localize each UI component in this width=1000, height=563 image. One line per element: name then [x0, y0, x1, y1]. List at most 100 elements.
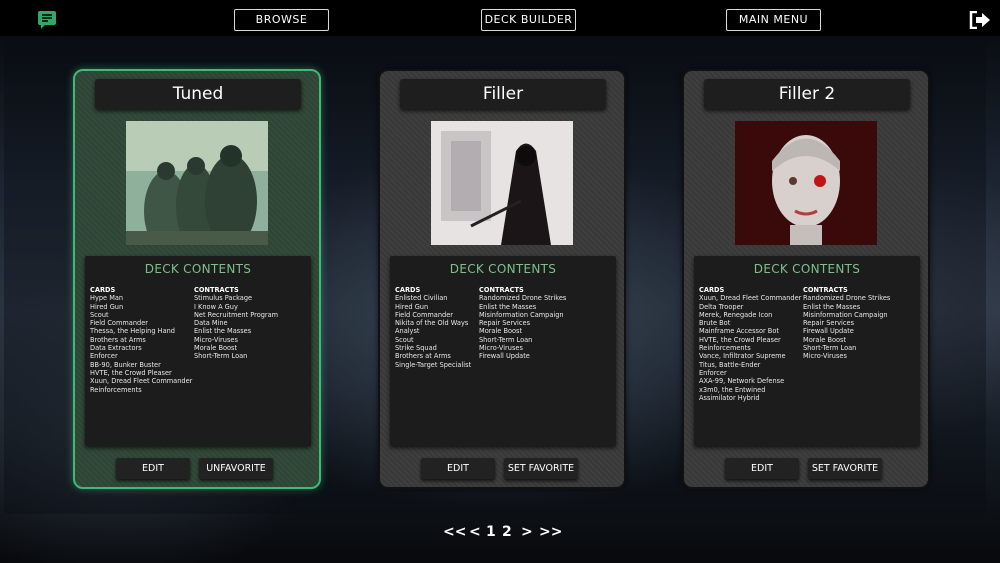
main-menu-button[interactable]: MAIN MENU — [726, 9, 821, 31]
contracts-header: CONTRACTS — [803, 286, 848, 294]
deck-contents-title: DECK CONTENTS — [753, 262, 861, 276]
last-page-button[interactable]: >> — [539, 524, 562, 540]
deck-contents-title: DECK CONTENTS — [144, 262, 252, 276]
card-entry: Hired Gun — [90, 302, 124, 311]
contract-entry: Data Mine — [194, 319, 228, 328]
edit-deck-button[interactable]: EDIT — [421, 458, 495, 479]
cards-list: CARDS Hype Man Hired Gun Scout Field Com… — [90, 286, 192, 394]
card-entry: Vance, Infiltrator Supreme — [699, 352, 786, 361]
set-favorite-button[interactable]: SET FAVORITE — [808, 458, 882, 479]
contract-entry: Short-Term Loan — [479, 335, 533, 344]
prev-page-button[interactable]: < — [469, 524, 481, 540]
edit-deck-button[interactable]: EDIT — [725, 458, 799, 479]
contract-entry: Short-Term Loan — [803, 344, 857, 353]
contract-entry: Micro-Viruses — [803, 352, 847, 361]
contract-entry: Randomized Drone Strikes — [479, 294, 567, 303]
chat-bubble-icon[interactable] — [38, 11, 56, 29]
card-entry: Xuun, Dread Fleet Commander — [699, 294, 802, 303]
page-1-button[interactable]: 1 — [486, 524, 496, 540]
page-2-button[interactable]: 2 — [502, 524, 512, 540]
card-entry: x3m0, the Entwined — [699, 385, 766, 394]
card-entry: Hired Gun — [395, 302, 429, 311]
card-entry: Scout — [90, 310, 109, 319]
deck-art-image[interactable] — [735, 121, 877, 245]
contract-entry: I Know A Guy — [194, 302, 238, 311]
card-entry: Field Commander — [395, 310, 453, 319]
contract-entry: Morale Boost — [803, 335, 847, 344]
contracts-list: CONTRACTS Randomized Drone Strikes Enlis… — [803, 286, 890, 361]
next-page-button[interactable]: > — [521, 524, 533, 540]
deck-card-filler-2: Filler 2 DECK CONTENTS CARDS Xuun, Dread… — [682, 69, 930, 489]
unfavorite-button[interactable]: UNFAVORITE — [199, 458, 273, 479]
contract-entry: Micro-Viruses — [194, 335, 238, 344]
top-bar: BROWSE DECK BUILDER MAIN MENU — [0, 0, 1000, 36]
card-entry: Thessa, the Helping Hand — [90, 327, 175, 336]
card-entry: Strike Squad — [395, 344, 437, 353]
card-entry: Analyst — [395, 327, 420, 336]
card-entry: Data Extractors — [90, 344, 142, 353]
card-entry: Hype Man — [90, 294, 124, 303]
deck-title: Filler — [400, 79, 606, 109]
card-entry: Titus, Battle-Ender — [699, 360, 761, 369]
deck-art-image[interactable] — [431, 121, 573, 245]
first-page-button[interactable]: << — [443, 524, 466, 540]
deck-card-filler: Filler DECK CONTENTS CARDS Enlisted Civi… — [378, 69, 626, 489]
contracts-header: CONTRACTS — [479, 286, 524, 294]
contract-entry: Enlist the Masses — [194, 327, 252, 336]
card-entry: Nikita of the Old Ways — [395, 319, 469, 328]
card-entry: HVTE, the Crowd Pleaser — [90, 368, 172, 377]
card-entry: Enforcer — [699, 368, 727, 377]
card-entry: HVTE, the Crowd Pleaser — [699, 335, 781, 344]
card-entry: AXA-99, Network Defense — [699, 377, 785, 386]
card-entry: Assimilator Hybrid — [699, 393, 760, 402]
contracts-header: CONTRACTS — [194, 286, 239, 294]
card-entry: Single-Target Specialist — [395, 360, 472, 369]
contract-entry: Repair Services — [803, 319, 855, 328]
cards-header: CARDS — [90, 286, 116, 294]
contract-entry: Micro-Viruses — [479, 344, 523, 353]
contracts-list: CONTRACTS Stimulus Package I Know A Guy … — [194, 286, 278, 361]
deck-art-image[interactable] — [126, 121, 268, 245]
card-entry: Mainframe Accessor Bot — [699, 327, 779, 336]
card-entry: Scout — [395, 335, 414, 344]
contract-entry: Misinformation Campaign — [479, 310, 564, 319]
card-entry: Field Commander — [90, 319, 148, 328]
contracts-list: CONTRACTS Randomized Drone Strikes Enlis… — [479, 286, 566, 361]
set-favorite-button[interactable]: SET FAVORITE — [504, 458, 578, 479]
deck-title: Filler 2 — [704, 79, 910, 109]
contract-entry: Stimulus Package — [194, 294, 253, 303]
cards-header: CARDS — [699, 286, 725, 294]
card-entry: Brute Bot — [699, 319, 731, 328]
deck-title: Tuned — [95, 79, 301, 109]
contract-entry: Misinformation Campaign — [803, 310, 888, 319]
contract-entry: Firewall Update — [803, 327, 854, 336]
contract-entry: Firewall Update — [479, 352, 530, 361]
deck-contents-title: DECK CONTENTS — [449, 262, 557, 276]
deck-contents-panel: DECK CONTENTS CARDS Enlisted Civilian Hi… — [390, 256, 616, 446]
card-entry: Reinforcements — [699, 344, 751, 353]
cards-list: CARDS Enlisted Civilian Hired Gun Field … — [395, 286, 471, 369]
cards-header: CARDS — [395, 286, 421, 294]
card-entry: Xuun, Dread Fleet Commander — [90, 377, 193, 386]
card-entry: Merek, Renegade Icon — [699, 310, 773, 319]
contract-entry: Net Recruitment Program — [194, 310, 279, 319]
deck-contents-panel: DECK CONTENTS CARDS Xuun, Dread Fleet Co… — [694, 256, 920, 446]
deck-contents-panel: DECK CONTENTS CARDS Hype Man Hired Gun S… — [85, 256, 311, 446]
browse-button[interactable]: BROWSE — [234, 9, 329, 31]
cards-list: CARDS Xuun, Dread Fleet Commander Delta … — [699, 286, 801, 402]
contract-entry: Enlist the Masses — [479, 302, 537, 311]
card-entry: Enforcer — [90, 352, 118, 361]
card-entry: Brothers at Arms — [395, 352, 451, 361]
card-entry: Reinforcements — [90, 385, 142, 394]
contract-entry: Repair Services — [479, 319, 531, 328]
contract-entry: Enlist the Masses — [803, 302, 861, 311]
edit-deck-button[interactable]: EDIT — [116, 458, 190, 479]
contract-entry: Short-Term Loan — [194, 352, 248, 361]
contract-entry: Morale Boost — [479, 327, 523, 336]
exit-icon[interactable] — [969, 11, 991, 29]
deck-builder-button[interactable]: DECK BUILDER — [481, 9, 576, 31]
card-entry: Brothers at Arms — [90, 335, 146, 344]
card-entry: Enlisted Civilian — [395, 294, 448, 303]
deck-card-tuned: Tuned DECK CONTENTS CARDS Hype Man Hired… — [73, 69, 321, 489]
card-entry: Delta Trooper — [699, 302, 744, 311]
